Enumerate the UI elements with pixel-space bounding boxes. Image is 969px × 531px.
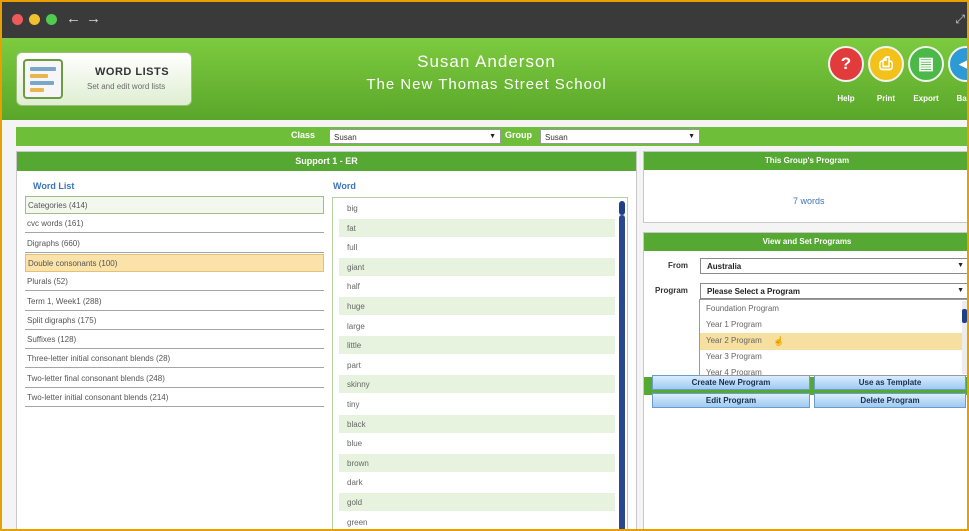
- word-item[interactable]: gold: [339, 493, 615, 511]
- group-select-value: Susan: [545, 133, 568, 142]
- word-item[interactable]: giant: [339, 257, 615, 276]
- word-list-header: Word List: [33, 181, 75, 191]
- chevron-down-icon: ▼: [489, 133, 496, 140]
- word-list-item[interactable]: Categories (414): [25, 196, 324, 214]
- dropdown-scrollbar[interactable]: [962, 301, 967, 374]
- program-option[interactable]: Year 3 Program: [700, 349, 962, 366]
- chevron-down-icon: ▼: [688, 133, 695, 140]
- word-list-item[interactable]: Term 1, Week1 (288): [25, 292, 324, 311]
- word-item[interactable]: little: [339, 336, 615, 355]
- minimize-window-button[interactable]: [29, 14, 40, 25]
- help-icon: ?: [828, 46, 864, 82]
- edit-program-button[interactable]: Edit Program: [652, 393, 810, 408]
- chevron-down-icon: ▼: [957, 262, 964, 269]
- program-select[interactable]: Please Select a Program ▼: [700, 283, 967, 299]
- cursor-icon: ☝: [773, 336, 785, 346]
- close-window-button[interactable]: [12, 14, 23, 25]
- word-list-item[interactable]: Double consonants (100): [25, 253, 324, 272]
- word-item[interactable]: huge: [339, 297, 615, 315]
- word-item[interactable]: tiny: [339, 395, 615, 413]
- word-list-item[interactable]: Split digraphs (175): [25, 311, 324, 330]
- word-item[interactable]: half: [339, 277, 615, 295]
- export-label: Export: [913, 94, 939, 103]
- word-list-item[interactable]: cvc words (161): [25, 215, 324, 234]
- program-label: Program: [655, 286, 688, 295]
- word-list-item[interactable]: Plurals (52): [25, 273, 324, 292]
- word-item[interactable]: part: [339, 356, 615, 374]
- app-window: ← → ⤢ WORD LISTS Set and edit word lists…: [0, 0, 969, 531]
- word-list-item[interactable]: Two-letter final consonant blends (248): [25, 369, 324, 388]
- dropdown-scrollbar-thumb[interactable]: [962, 309, 967, 323]
- chevron-down-icon: ▼: [957, 287, 964, 294]
- word-item[interactable]: skinny: [339, 375, 615, 394]
- word-item[interactable]: black: [339, 414, 615, 433]
- group-program-panel: This Group's Program 7 words: [643, 151, 967, 223]
- word-item[interactable]: blue: [339, 434, 615, 452]
- word-header: Word: [333, 181, 356, 191]
- from-select-value: Australia: [707, 262, 742, 271]
- word-list-box: big fat full giant half huge large little part sk…: [332, 197, 628, 529]
- export-button[interactable]: ▤ Export: [904, 46, 948, 108]
- program-option[interactable]: Year 2 Program: [700, 333, 962, 350]
- word-scrollbar[interactable]: [619, 201, 625, 529]
- word-item[interactable]: big: [339, 199, 615, 217]
- word-scrollbar-thumb-top[interactable]: [619, 201, 625, 215]
- back-label: Back: [956, 94, 967, 103]
- program-select-value: Please Select a Program: [707, 287, 800, 296]
- group-select[interactable]: Susan ▼: [540, 129, 700, 144]
- word-item[interactable]: green: [339, 513, 615, 529]
- word-item[interactable]: fat: [339, 218, 615, 237]
- word-list-panel: Support 1 - ER Word List Word Categories…: [16, 151, 637, 529]
- class-select[interactable]: Susan ▼: [329, 129, 501, 144]
- export-icon: ▤: [908, 46, 944, 82]
- forward-arrow-icon[interactable]: →: [86, 10, 101, 28]
- resize-icon[interactable]: ⤢: [955, 12, 965, 27]
- help-label: Help: [837, 94, 855, 103]
- print-icon: ⎙: [868, 46, 904, 82]
- view-set-programs-panel: View and Set Programs From Australia ▼ P…: [643, 232, 967, 529]
- print-button[interactable]: ⎙ Print: [864, 46, 908, 108]
- program-option[interactable]: Year 4 Program: [700, 365, 962, 375]
- word-list-item[interactable]: Digraphs (660): [25, 234, 324, 253]
- delete-program-button[interactable]: Delete Program: [814, 393, 966, 408]
- word-item[interactable]: dark: [339, 473, 615, 491]
- maximize-window-button[interactable]: [46, 14, 57, 25]
- panel-title: Support 1 - ER: [17, 152, 636, 171]
- word-scrollbar-thumb[interactable]: [619, 215, 625, 529]
- word-list-item[interactable]: Two-letter initial consonant blends (214…: [25, 389, 324, 407]
- word-item[interactable]: brown: [339, 453, 615, 472]
- class-group-bar: Class Susan ▼ Group Susan ▼: [16, 127, 967, 146]
- from-label: From: [668, 261, 688, 270]
- group-program-summary[interactable]: 7 words: [793, 196, 825, 206]
- back-arrow-icon[interactable]: ←: [66, 10, 81, 28]
- back-icon: ◀: [948, 46, 967, 82]
- word-item[interactable]: large: [339, 317, 615, 335]
- view-set-title: View and Set Programs: [644, 233, 967, 251]
- print-label: Print: [876, 94, 896, 103]
- app-header: WORD LISTS Set and edit word lists Susan…: [2, 38, 967, 120]
- program-option[interactable]: Foundation Program: [700, 301, 962, 318]
- group-program-title: This Group's Program: [644, 152, 967, 170]
- back-button[interactable]: ◀ Back: [944, 46, 967, 108]
- word-item[interactable]: full: [339, 238, 615, 256]
- word-list-item[interactable]: Suffixes (128): [25, 331, 324, 350]
- group-label: Group: [505, 130, 532, 140]
- window-titlebar: ← → ⤢: [2, 2, 967, 38]
- class-select-value: Susan: [334, 133, 357, 142]
- class-label: Class: [291, 130, 316, 140]
- program-dropdown: Foundation Program Year 1 Program Year 2 P…: [699, 299, 967, 376]
- program-option[interactable]: Year 1 Program: [700, 317, 962, 334]
- create-program-button[interactable]: Create New Program: [652, 375, 810, 390]
- use-as-template-button[interactable]: Use as Template: [814, 375, 966, 390]
- from-select[interactable]: Australia ▼: [700, 258, 967, 274]
- help-button[interactable]: ? Help: [824, 46, 868, 108]
- word-list-item[interactable]: Three-letter initial consonant blends (2…: [25, 350, 324, 369]
